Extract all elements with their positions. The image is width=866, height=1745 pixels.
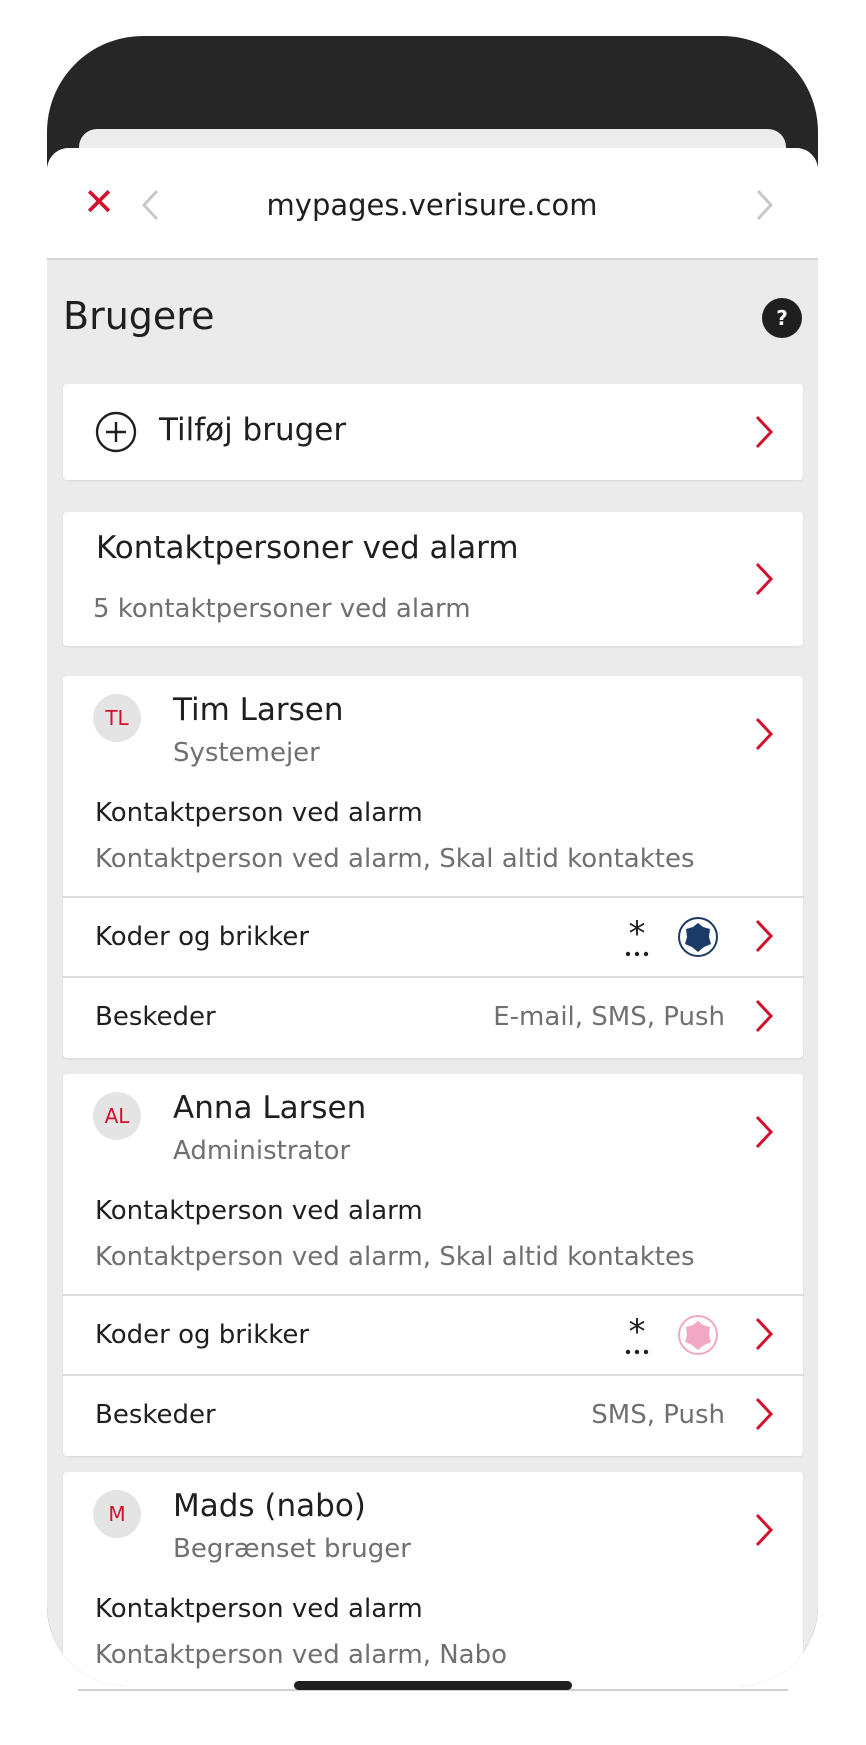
messages-label: Beskeder	[95, 1400, 216, 1430]
codes-row[interactable]: Koder og brikker *	[63, 896, 803, 976]
user-role: Systemejer	[173, 738, 320, 768]
chevron-right-icon[interactable]	[752, 188, 776, 222]
codes-row[interactable]: Koder og brikker *	[63, 1294, 803, 1374]
contact-value: Kontaktperson ved alarm, Skal altid kont…	[95, 844, 695, 874]
user-name: Mads (nabo)	[173, 1488, 366, 1524]
chevron-right-icon	[755, 717, 774, 751]
help-icon[interactable]: ?	[762, 298, 802, 338]
user-card: TL Tim Larsen Systemejer Kontaktperson v…	[63, 676, 803, 1058]
contact-value: Kontaktperson ved alarm, Nabo	[95, 1640, 508, 1670]
svg-text:*: *	[629, 1316, 646, 1352]
key-tag-icon	[678, 1315, 718, 1355]
avatar: M	[93, 1490, 141, 1538]
codes-label: Koder og brikker	[95, 922, 310, 952]
user-role: Begrænset bruger	[173, 1534, 411, 1564]
chevron-right-icon	[755, 1317, 774, 1351]
codes-label: Koder og brikker	[95, 1320, 310, 1350]
home-indicator[interactable]	[294, 1681, 572, 1690]
avatar: AL	[93, 1092, 141, 1140]
pin-code-icon: *	[625, 918, 649, 957]
alarm-contacts-subtitle: 5 kontaktpersoner ved alarm	[93, 594, 471, 624]
contact-label: Kontaktperson ved alarm	[95, 798, 423, 828]
chevron-right-icon	[755, 1513, 774, 1547]
avatar: TL	[93, 694, 141, 742]
chevron-right-icon	[755, 415, 774, 449]
messages-value: SMS, Push	[591, 1400, 725, 1430]
alarm-contacts-link[interactable]: Kontaktpersoner ved alarm 5 kontaktperso…	[63, 512, 803, 646]
key-tag-icon	[678, 917, 718, 957]
chevron-right-icon	[755, 1397, 774, 1431]
contact-value: Kontaktperson ved alarm, Skal altid kont…	[95, 1242, 695, 1272]
add-user-label: Tilføj bruger	[159, 412, 347, 448]
phone-frame: ✕ mypages.verisure.com Brugere ? Tilføj …	[47, 36, 818, 1686]
chevron-right-icon	[755, 1115, 774, 1149]
messages-value: E-mail, SMS, Push	[493, 1002, 725, 1032]
messages-label: Beskeder	[95, 1002, 216, 1032]
user-header-link[interactable]: AL Anna Larsen Administrator Kontaktpers…	[63, 1074, 803, 1294]
contact-label: Kontaktperson ved alarm	[95, 1594, 423, 1624]
messages-row[interactable]: Beskeder E-mail, SMS, Push	[63, 976, 803, 1056]
plus-circle-icon	[95, 411, 137, 453]
user-name: Anna Larsen	[173, 1090, 367, 1126]
messages-row[interactable]: Beskeder SMS, Push	[63, 1374, 803, 1454]
chevron-right-icon	[755, 999, 774, 1033]
url-label: mypages.verisure.com	[266, 188, 598, 222]
contact-label: Kontaktperson ved alarm	[95, 1196, 423, 1226]
user-header-link[interactable]: TL Tim Larsen Systemejer Kontaktperson v…	[63, 676, 803, 896]
user-card: M Mads (nabo) Begrænset bruger Kontaktpe…	[63, 1472, 803, 1686]
browser-sheet: ✕ mypages.verisure.com Brugere ? Tilføj …	[47, 148, 818, 1686]
user-role: Administrator	[173, 1136, 351, 1166]
chevron-right-icon	[755, 919, 774, 953]
user-card: AL Anna Larsen Administrator Kontaktpers…	[63, 1074, 803, 1456]
chevron-left-icon[interactable]	[139, 188, 163, 222]
browser-toolbar: ✕ mypages.verisure.com	[47, 148, 818, 260]
add-user-button[interactable]: Tilføj bruger	[63, 384, 803, 480]
chevron-right-icon	[755, 562, 774, 596]
user-name: Tim Larsen	[173, 692, 344, 728]
user-header-link[interactable]: M Mads (nabo) Begrænset bruger Kontaktpe…	[63, 1472, 803, 1686]
page-title: Brugere	[63, 294, 215, 338]
svg-text:*: *	[629, 918, 646, 954]
pin-code-icon: *	[625, 1316, 649, 1355]
alarm-contacts-title: Kontaktpersoner ved alarm	[96, 530, 519, 566]
close-icon[interactable]: ✕	[83, 183, 115, 221]
